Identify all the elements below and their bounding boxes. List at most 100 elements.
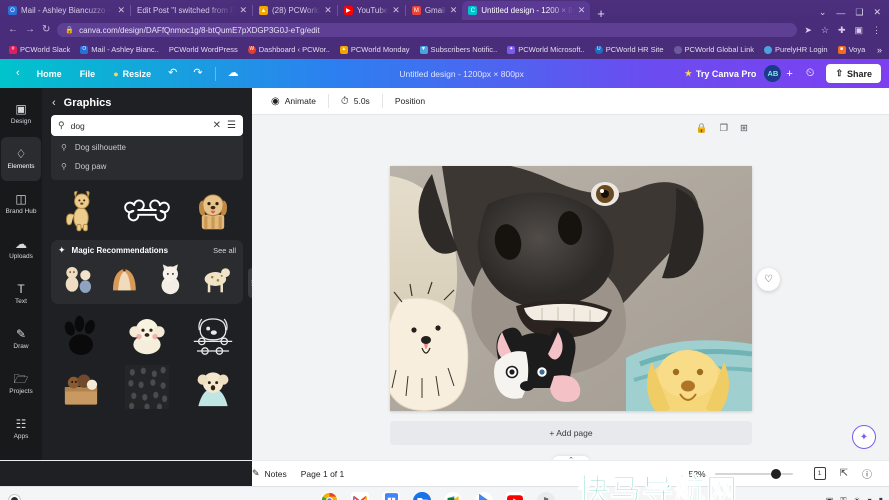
- bookmark-item[interactable]: ✦ PCWorld Microsoft..: [502, 45, 590, 54]
- yellow-dog-sitting-graphic[interactable]: [51, 186, 111, 234]
- browser-tab-4[interactable]: M Gmail ✕: [406, 1, 462, 20]
- bookmark-item[interactable]: PCWorld Global Link: [669, 45, 759, 54]
- beagle-puppy-graphic[interactable]: [183, 186, 243, 234]
- close-icon[interactable]: ✕: [213, 120, 221, 131]
- suggestion-item-dog-silhouette[interactable]: ⚲ Dog silhouette: [51, 138, 243, 157]
- close-icon[interactable]: ✕: [578, 6, 586, 15]
- lock-icon[interactable]: 🔒: [696, 123, 708, 134]
- profile-icon[interactable]: ▣: [854, 25, 863, 36]
- menu-icon[interactable]: ⋮: [872, 25, 881, 36]
- files-icon[interactable]: [413, 491, 431, 500]
- chevron-left-icon[interactable]: ‹: [52, 97, 56, 109]
- artboard[interactable]: [390, 166, 752, 411]
- bookmark-item[interactable]: ▼ Subscribers Notific..: [415, 45, 503, 54]
- window-close-icon[interactable]: ✕: [873, 7, 881, 18]
- design-title[interactable]: Untitled design - 1200px × 800px: [399, 69, 524, 79]
- close-icon[interactable]: ✕: [392, 6, 400, 15]
- bookmark-item[interactable]: O Mail - Ashley Bianc..: [75, 45, 164, 54]
- notes-button[interactable]: ✎ Notes: [252, 468, 301, 479]
- address-bar[interactable]: 🔒 canva.com/design/DAFfQnmoc1g/8-btQumE7…: [57, 23, 798, 37]
- maximize-icon[interactable]: ❑: [855, 7, 863, 18]
- sheets-icon[interactable]: [382, 491, 400, 500]
- afghan-hound-graphic[interactable]: [104, 260, 145, 298]
- redo-icon[interactable]: ↷: [185, 68, 210, 79]
- home-button[interactable]: Home: [28, 69, 71, 79]
- puppies-in-box-graphic[interactable]: [51, 365, 111, 409]
- try-canva-pro-button[interactable]: ★ Try Canva Pro: [677, 69, 765, 79]
- bookmark-item[interactable]: PurelyHR Login: [759, 45, 833, 54]
- minimize-icon[interactable]: —: [836, 8, 845, 18]
- play-store-icon[interactable]: [475, 491, 493, 500]
- back-icon[interactable]: ←: [8, 25, 18, 35]
- heart-sparkle-icon[interactable]: ♡: [757, 268, 780, 291]
- magic-wand-icon[interactable]: ✦: [852, 425, 876, 449]
- chevron-down-icon[interactable]: ⌄: [819, 7, 827, 18]
- browser-tab-1[interactable]: Edit Post "I switched from P ✕: [131, 1, 252, 20]
- add-page-icon[interactable]: ⊞: [740, 123, 748, 134]
- sidebar-item-brand-hub[interactable]: ◫ Brand Hub: [1, 182, 41, 226]
- close-icon[interactable]: ✕: [324, 6, 332, 15]
- bookmark-star-icon[interactable]: ☆: [821, 25, 829, 36]
- canvas-area[interactable]: 🔒 ❐ ⊞ ♡ + Add page ✦: [252, 115, 889, 470]
- see-all-link[interactable]: See all: [213, 246, 236, 255]
- share-icon[interactable]: ➤: [804, 25, 812, 36]
- search-input[interactable]: ⚲ dog ✕ ☰: [51, 115, 243, 136]
- zoom-slider-knob[interactable]: [770, 468, 781, 479]
- drag-handle-icon[interactable]: ⋮: [248, 268, 252, 298]
- help-icon[interactable]: ⓘ: [855, 466, 879, 481]
- sidebar-item-design[interactable]: ▣ Design: [1, 92, 41, 136]
- resize-button[interactable]: ● Resize: [104, 69, 160, 79]
- duration-button[interactable]: ⏱ 5.0s: [332, 96, 379, 107]
- fullscreen-icon[interactable]: ⇱: [833, 468, 855, 479]
- browser-tab-2[interactable]: ▲ (28) PCWorld ✕: [253, 1, 337, 20]
- chrome-icon[interactable]: [320, 491, 338, 500]
- browser-tab-5-active[interactable]: C Untitled design - 1200 × 800 ✕: [462, 1, 591, 20]
- dalmatian-graphic[interactable]: [195, 260, 236, 298]
- cloud-save-icon[interactable]: ☁: [220, 68, 247, 79]
- browser-tab-0[interactable]: O Mail - Ashley Biancuzzo - Ou ✕: [2, 1, 130, 20]
- close-icon[interactable]: ✕: [117, 6, 125, 15]
- close-icon[interactable]: ✕: [239, 6, 247, 15]
- forward-icon[interactable]: →: [25, 25, 35, 35]
- line-art-dog-graphic[interactable]: [183, 311, 243, 359]
- sidebar-item-draw[interactable]: ✎ Draw: [1, 317, 41, 361]
- new-tab-button[interactable]: +: [590, 7, 612, 20]
- poodle-graphic[interactable]: [58, 260, 99, 298]
- vpn-icon[interactable]: ⚿: [840, 496, 846, 500]
- sidebar-item-uploads[interactable]: ☁ Uploads: [1, 227, 41, 271]
- bookmark-item[interactable]: # PCWorld Slack: [4, 45, 75, 54]
- avatar[interactable]: AB: [764, 65, 782, 82]
- paw-print-graphic[interactable]: [51, 311, 111, 359]
- duplicate-icon[interactable]: ❐: [720, 123, 729, 134]
- volume-icon[interactable]: ▾: [868, 496, 872, 500]
- bookmark-item[interactable]: ▲ PCWorld Monday: [335, 45, 415, 54]
- close-icon[interactable]: ✕: [450, 6, 458, 15]
- invite-button[interactable]: +: [781, 68, 797, 80]
- pattern-paws-graphic[interactable]: [117, 365, 177, 409]
- network-icon[interactable]: ☀: [853, 496, 860, 500]
- reload-icon[interactable]: ↻: [42, 25, 50, 35]
- add-page-button[interactable]: + Add page: [390, 421, 752, 445]
- white-cat-dog-graphic[interactable]: [150, 260, 191, 298]
- suggestion-item-dog-paw[interactable]: ⚲ Dog paw: [51, 157, 243, 176]
- undo-icon[interactable]: ↶: [160, 68, 185, 79]
- chrome-os-launcher-icon[interactable]: [8, 494, 21, 500]
- file-menu-button[interactable]: File: [71, 69, 105, 79]
- poodle-blanket-graphic[interactable]: [183, 365, 243, 409]
- sidebar-item-projects[interactable]: 🗁 Projects: [1, 362, 41, 406]
- gmail-icon[interactable]: [351, 491, 369, 500]
- bookmark-item[interactable]: W Dashboard ‹ PCWor..: [243, 45, 335, 54]
- meet-icon[interactable]: [444, 491, 462, 500]
- youtube-icon[interactable]: [506, 491, 524, 500]
- browser-tab-3[interactable]: ▶ YouTube ✕: [338, 1, 405, 20]
- battery-icon[interactable]: ▮: [879, 496, 883, 500]
- bookmarks-overflow-icon[interactable]: »: [877, 45, 885, 55]
- dog-bone-outline-graphic[interactable]: [117, 186, 177, 234]
- app-icon[interactable]: ⚑: [537, 491, 555, 500]
- page-grid-icon[interactable]: 1: [807, 467, 833, 480]
- share-button[interactable]: ⇧ Share: [826, 64, 881, 83]
- position-button[interactable]: Position: [386, 96, 434, 106]
- cream-puppy-graphic[interactable]: [117, 311, 177, 359]
- filter-sliders-icon[interactable]: ☰: [227, 120, 236, 131]
- screenshot-icon[interactable]: ▣: [826, 496, 834, 500]
